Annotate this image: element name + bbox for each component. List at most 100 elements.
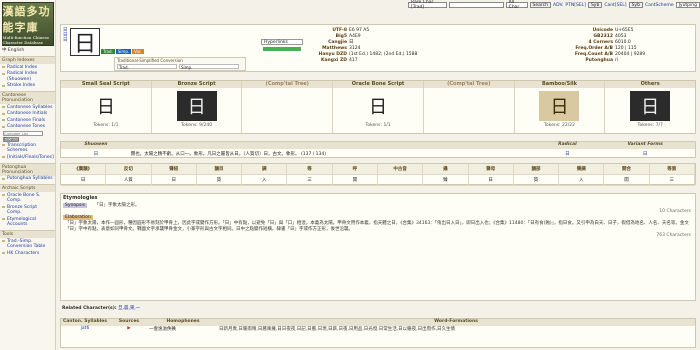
conversion-simp-field[interactable]: Simp. — [179, 64, 239, 70]
elaboration-tag: Elaboration — [63, 215, 93, 220]
syllable-button[interactable]: Syb — [587, 2, 603, 8]
script-title: Others — [605, 81, 696, 88]
phon-head: 韻目 — [196, 164, 243, 174]
shuowen-char[interactable]: 日 — [61, 151, 131, 157]
script-glyph[interactable]: 日 — [539, 91, 580, 121]
script-tokens: Tokens: 1/1 — [365, 123, 391, 128]
etymologies-panel: Etymologies Synopsis 「日」字象太陽之形。 10 Chara… — [60, 193, 696, 301]
sidebar-item-transcription-ift[interactable]: [Initials/Finals/Tones] — [0, 154, 55, 161]
sidebar-item-stroke-index[interactable]: Stroke Index — [0, 83, 55, 90]
script-title: Oracle Bone Script — [333, 81, 423, 88]
script-tokens: Tokens: 9/240 — [181, 123, 213, 128]
hyperlinks-select[interactable]: Hyperlinks — [261, 39, 303, 45]
logo-text: 漢語多功能字庫 — [2, 5, 51, 34]
main-character: 日 — [70, 28, 100, 57]
logo-subtext: Multi-function Chinese Character Databas… — [2, 35, 49, 45]
info-value: 417 — [349, 57, 358, 63]
phon-head: 等第 — [649, 164, 695, 174]
sidebar-item-cantonese-tones[interactable]: Cantonese Tones — [0, 124, 55, 131]
sidebar-section-putonghua: Putonghua Pronunciation — [0, 162, 55, 176]
related-label: Related Character(s): — [62, 306, 117, 311]
phon-cell: 開 — [604, 175, 650, 185]
info-value: (1st Ed.) 1482; (2nd Ed.) 1588 — [349, 51, 418, 57]
homophones-list[interactable]: 一壹逸溢佚軼 — [149, 326, 217, 332]
script-column-others: Others 日 Tokens: 7/7 — [605, 81, 696, 133]
compare-list-input[interactable] — [3, 131, 43, 136]
script-title[interactable]: (Comp'tal Tree) — [423, 81, 514, 88]
search-button[interactable]: Search — [529, 2, 551, 8]
synopsis-tag: Synopsis — [63, 203, 87, 208]
phon-cell: 臻 — [423, 175, 469, 185]
phon-head: 韻部 — [513, 164, 560, 174]
language-switch[interactable]: 中 English — [0, 46, 55, 54]
script-glyph[interactable]: 日 — [358, 91, 398, 121]
script-tokens: Tokens: 7/7 — [637, 123, 663, 128]
speaker-icon[interactable]: ▶ — [127, 326, 130, 331]
word-formations-list[interactable]: 日新月異,日暖雨晴,日曆風擁,日日夜夜,日記,日曆,日現,日薪,日夜,日用品,日… — [217, 326, 695, 332]
radical-char[interactable]: 日 — [539, 151, 595, 157]
info-value: 20404 | 9289 — [615, 51, 646, 57]
site-logo[interactable]: 漢語多功能字庫 Multi-function Chinese Character… — [1, 2, 54, 46]
sidebar-section-graph: Graph Indexes — [0, 56, 55, 64]
simp-tag[interactable]: Simp. — [115, 49, 132, 54]
search-input[interactable] — [449, 2, 504, 8]
phonology-value-row: 日 人質 日 質 入 三 開 臻 日 質 入 開 三 — [61, 175, 695, 186]
elaboration-count: 763 Characters — [656, 233, 691, 238]
side-char-list: 日 日 日 — [63, 28, 68, 68]
script-title[interactable]: (Comp'tal Tree) — [242, 81, 333, 88]
script-column-comptal-tree-2: (Comp'tal Tree) — [423, 81, 515, 133]
sidebar: 漢語多功能字庫 Multi-function Chinese Character… — [0, 0, 56, 350]
phon-cell: 三 — [650, 175, 695, 185]
var-tag[interactable]: Var. — [132, 49, 144, 54]
phon-cell: 開 — [333, 175, 378, 185]
shuowen-panel: Shuowen Radical Variant Forms 日 實也。太陽之精不… — [60, 141, 696, 158]
phonology-header-row: 《廣韻》 反切 聲紐 韻目 調 等 呼 中古音 攝 聲母 韻部 聲調 開合 等第 — [61, 164, 695, 175]
synopsis-text: 「日」字象太陽之形。 — [94, 203, 140, 208]
syllable-button-2[interactable]: Syb — [628, 2, 643, 8]
char-type-select[interactable]: Rare Char [Trad] — [408, 0, 448, 10]
hyperlinks-indicator — [263, 47, 301, 51]
sidebar-item-radical-index-shuowen[interactable]: Radical Index (Shuowen) — [0, 71, 55, 83]
script-glyph[interactable]: 日 — [630, 91, 671, 121]
script-title: Bronze Script — [151, 81, 242, 88]
sidebar-item-etymological[interactable]: Etymological Accounts — [0, 216, 55, 228]
sidebar-item-bronze-script[interactable]: Bronze Script Comp. — [0, 204, 55, 216]
trad-tag[interactable]: Trad. — [101, 49, 115, 54]
canton-syllables-heading: Canton. Syllables — [62, 319, 108, 324]
script-tokens: Tokens: 22/22 — [543, 123, 575, 128]
info-value: rì — [615, 57, 619, 63]
scope-select[interactable]: All Char — [505, 0, 528, 10]
sidebar-item-trad-simp[interactable]: Trad.-Simp. Conversion Table — [0, 238, 55, 250]
conversion-trad-field[interactable]: Trad. — [117, 64, 177, 70]
sidebar-item-putonghua-syllables[interactable]: Putonghua Syllables — [0, 176, 55, 183]
variant-char[interactable]: 日 — [595, 151, 695, 157]
syllables-panel: Canton. Syllables Sources Homophones Wor… — [60, 318, 696, 348]
sidebar-item-hk-characters[interactable]: HK Characters — [0, 250, 55, 257]
phon-cell: 人質 — [106, 175, 152, 185]
radical-heading: Radical — [558, 142, 577, 147]
phon-head[interactable]: 《廣韻》 — [61, 164, 107, 174]
canton-syllable-link[interactable]: jat6 — [61, 326, 109, 332]
scheme-select[interactable]: Jyutping — [675, 2, 700, 8]
related-links[interactable]: 旦,晨,東,一 — [118, 306, 140, 311]
advanced-link[interactable]: ADV. — [553, 3, 563, 8]
phon-cell: 日 — [61, 175, 107, 185]
sources-cell: ▶ — [109, 326, 149, 332]
script-column-comptal-tree-1: (Comp'tal Tree) — [242, 81, 334, 133]
phon-head: 攝 — [423, 164, 469, 174]
cant-select-link[interactable]: Cant[SEL] — [604, 3, 626, 8]
char-info-right: Unicode U+65E5 GB2312 4053 4 Corners 6010.0… — [551, 28, 691, 63]
phon-head: 中古音 — [377, 164, 424, 174]
script-glyph[interactable]: 日 — [86, 91, 126, 121]
script-column-bronze: Bronze Script 日 Tokens: 9/240 — [151, 81, 243, 133]
sidebar-section-archaic: Archaic Scripts — [0, 184, 55, 192]
script-glyph[interactable]: 日 — [176, 91, 217, 121]
related-characters: Related Character(s): 旦,晨,東,一 — [62, 305, 140, 311]
character-header: 日 日 日 日 Trad. Simp. Var. Traditional-Sim… — [60, 24, 696, 72]
sidebar-item-oracle-bone[interactable]: Oracle Bone S. Comp. — [0, 192, 55, 204]
phon-cell: 入 — [559, 175, 605, 185]
side-char[interactable]: 日 — [63, 38, 68, 43]
phon-head: 反切 — [106, 164, 152, 174]
sidebar-item-transcription[interactable]: Transcription Schemes — [0, 142, 55, 154]
ptn-select-link[interactable]: PTN[SEL] — [565, 3, 586, 8]
